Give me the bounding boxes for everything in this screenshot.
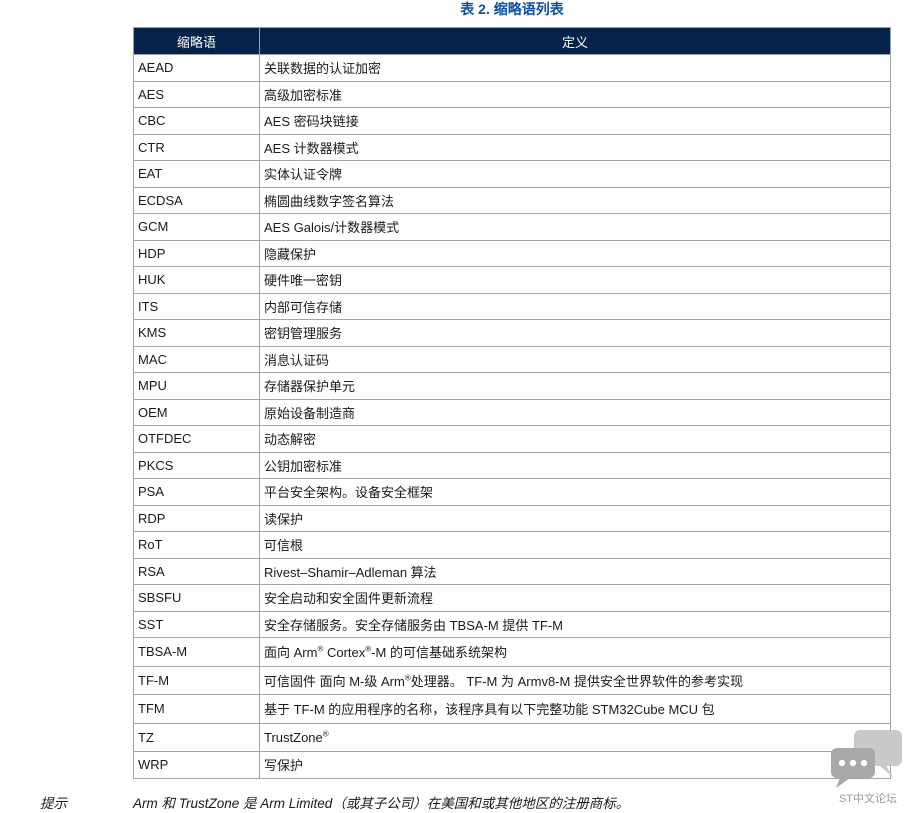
cell-def: 安全启动和安全固件更新流程: [259, 584, 891, 612]
table-row-tz: TZ TrustZone®: [133, 722, 891, 752]
table-row: SST 安全存储服务。安全存储服务由 TBSA-M 提供 TF-M: [133, 610, 891, 638]
table-header-row: 缩略语 定义: [133, 27, 891, 55]
cell-abbr: RDP: [133, 504, 260, 532]
table-row: AES 高级加密标准: [133, 80, 891, 108]
table-row-tfm: TFM 基于 TF-M 的应用程序的名称，该程序具有以下完整功能 STM32Cu…: [133, 694, 891, 724]
cell-abbr: SST: [133, 610, 260, 638]
table-caption: 表 2. 缩略语列表: [460, 1, 564, 17]
cell-abbr: CBC: [133, 107, 260, 135]
table-row: HDP 隐藏保护: [133, 239, 891, 267]
table-row: SBSFU 安全启动和安全固件更新流程: [133, 584, 891, 612]
table-row: GCM AES Galois/计数器模式: [133, 213, 891, 241]
cell-abbr: SBSFU: [133, 584, 260, 612]
cell-def: TrustZone®: [259, 722, 891, 752]
cell-def: 内部可信存储: [259, 292, 891, 320]
cell-def: 面向 Arm® Cortex®-M 的可信基础系统架构: [259, 637, 891, 667]
cell-abbr: OTFDEC: [133, 425, 260, 453]
table-row-tf-m: TF-M 可信固件 面向 M-级 Arm®处理器。 TF-M 为 Armv8-M…: [133, 665, 891, 695]
cell-abbr: HDP: [133, 239, 260, 267]
cell-abbr: KMS: [133, 319, 260, 347]
cell-def: 读保护: [259, 504, 891, 532]
cell-abbr: CTR: [133, 133, 260, 161]
cell-def: 消息认证码: [259, 345, 891, 373]
cell-abbr: TZ: [133, 722, 260, 752]
cell-def: 实体认证令牌: [259, 160, 891, 188]
cell-def: 动态解密: [259, 425, 891, 453]
cell-abbr: PSA: [133, 478, 260, 506]
cell-abbr: ITS: [133, 292, 260, 320]
cell-abbr: MPU: [133, 372, 260, 400]
cell-def: 基于 TF-M 的应用程序的名称，该程序具有以下完整功能 STM32Cube M…: [259, 694, 891, 724]
table-row: MPU 存储器保护单元: [133, 372, 891, 400]
table-row: ITS 内部可信存储: [133, 292, 891, 320]
table-row: CTR AES 计数器模式: [133, 133, 891, 161]
table-row: EAT 实体认证令牌: [133, 160, 891, 188]
cell-def: 密钥管理服务: [259, 319, 891, 347]
cell-abbr: AES: [133, 80, 260, 108]
table-row: OTFDEC 动态解密: [133, 425, 891, 453]
table-row: PSA 平台安全架构。设备安全框架: [133, 478, 891, 506]
note-text: Arm 和 TrustZone 是 Arm Limited（或其子公司）在美国和…: [133, 796, 630, 811]
table-row: RoT 可信根: [133, 531, 891, 559]
table-row-tbsa-m: TBSA-M 面向 Arm® Cortex®-M 的可信基础系统架构: [133, 637, 891, 667]
cell-def: 高级加密标准: [259, 80, 891, 108]
table-row: AEAD 关联数据的认证加密: [133, 54, 891, 82]
cell-def: 写保护: [259, 751, 891, 779]
cell-def: AES 计数器模式: [259, 133, 891, 161]
cell-def: 可信固件 面向 M-级 Arm®处理器。 TF-M 为 Armv8-M 提供安全…: [259, 665, 891, 695]
cell-abbr: GCM: [133, 213, 260, 241]
cell-def: 公钥加密标准: [259, 451, 891, 479]
table-row: MAC 消息认证码: [133, 345, 891, 373]
cell-def: Rivest–Shamir–Adleman 算法: [259, 557, 891, 585]
cell-abbr: TBSA-M: [133, 637, 260, 667]
cell-abbr: MAC: [133, 345, 260, 373]
table-row: OEM 原始设备制造商: [133, 398, 891, 426]
table-row: RSA Rivest–Shamir–Adleman 算法: [133, 557, 891, 585]
cell-abbr: RSA: [133, 557, 260, 585]
watermark-text: ST中文论坛: [838, 793, 898, 805]
cell-abbr: RoT: [133, 531, 260, 559]
cell-abbr: AEAD: [133, 54, 260, 82]
cell-def: 关联数据的认证加密: [259, 54, 891, 82]
cell-abbr: TFM: [133, 694, 260, 724]
cell-abbr: OEM: [133, 398, 260, 426]
note-label: 提示: [40, 796, 67, 811]
table-row: KMS 密钥管理服务: [133, 319, 891, 347]
cell-def: 硬件唯一密钥: [259, 266, 891, 294]
table-row-wrp: WRP 写保护: [133, 751, 891, 779]
cell-def: 存储器保护单元: [259, 372, 891, 400]
cell-abbr: PKCS: [133, 451, 260, 479]
cell-def: 隐藏保护: [259, 239, 891, 267]
table-row: RDP 读保护: [133, 504, 891, 532]
table-row: CBC AES 密码块链接: [133, 107, 891, 135]
abbreviation-table: 缩略语 定义 AEAD 关联数据的认证加密 AES 高级加密标准 CBC AES 密码块链…: [133, 27, 891, 779]
cell-abbr: TF-M: [133, 665, 260, 695]
cell-def: AES Galois/计数器模式: [259, 213, 891, 241]
header-abbreviation: 缩略语: [133, 27, 260, 55]
cell-def: 安全存储服务。安全存储服务由 TBSA-M 提供 TF-M: [259, 610, 891, 638]
cell-abbr: ECDSA: [133, 186, 260, 214]
table-row: PKCS 公钥加密标准: [133, 451, 891, 479]
cell-abbr: WRP: [133, 751, 260, 779]
table-row: HUK 硬件唯一密钥: [133, 266, 891, 294]
cell-def: AES 密码块链接: [259, 107, 891, 135]
cell-abbr: HUK: [133, 266, 260, 294]
cell-abbr: EAT: [133, 160, 260, 188]
cell-def: 可信根: [259, 531, 891, 559]
cell-def: 椭圆曲线数字签名算法: [259, 186, 891, 214]
header-definition: 定义: [259, 27, 891, 55]
table-row: ECDSA 椭圆曲线数字签名算法: [133, 186, 891, 214]
cell-def: 平台安全架构。设备安全框架: [259, 478, 891, 506]
cell-def: 原始设备制造商: [259, 398, 891, 426]
